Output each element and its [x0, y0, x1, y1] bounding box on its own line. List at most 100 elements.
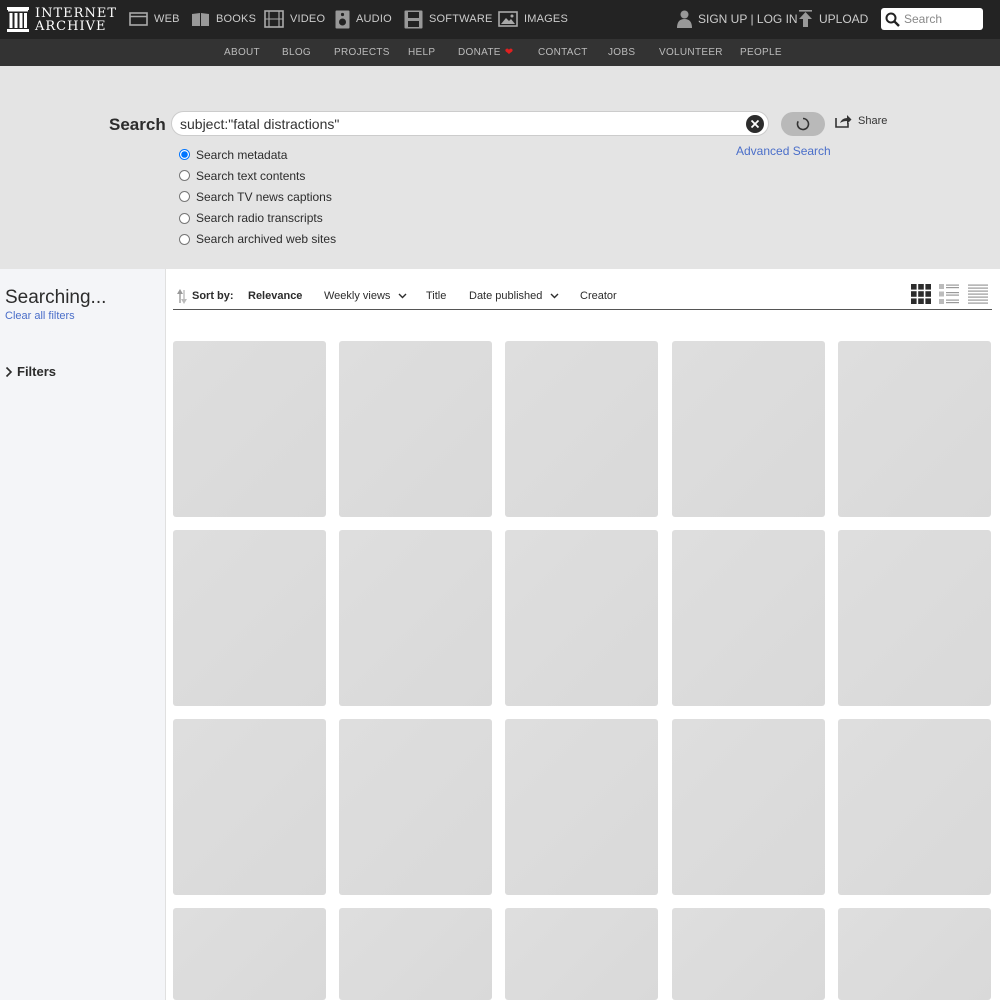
- result-tile-placeholder: [173, 341, 326, 517]
- result-tile-placeholder: [505, 530, 658, 706]
- list-compact-view-icon[interactable]: [968, 284, 988, 304]
- search-option-metadata[interactable]: Search metadata: [178, 144, 336, 165]
- web-icon: [129, 12, 148, 26]
- subnav-about[interactable]: ABOUT: [224, 39, 260, 66]
- result-tile-placeholder: [173, 530, 326, 706]
- search-option-radio[interactable]: Search radio transcripts: [178, 208, 336, 229]
- subnav-contact[interactable]: CONTACT: [538, 39, 588, 66]
- books-icon: [192, 12, 209, 26]
- nav-audio[interactable]: AUDIO: [335, 9, 392, 29]
- share-button[interactable]: Share: [835, 112, 887, 130]
- user-icon: [677, 10, 692, 28]
- result-tile-placeholder: [339, 908, 492, 1000]
- nav-web[interactable]: WEB: [129, 9, 180, 29]
- result-tile-placeholder: [505, 719, 658, 895]
- subnav-people[interactable]: PEOPLE: [740, 39, 782, 66]
- top-navigation-bar: INTERNET ARCHIVE WEB BOOKS VIDEO AUDIO S…: [0, 0, 1000, 39]
- nav-video[interactable]: VIDEO: [264, 9, 325, 29]
- subnav-volunteer[interactable]: VOLUNTEER: [659, 39, 723, 66]
- search-option-tv[interactable]: Search TV news captions: [178, 186, 336, 207]
- filters-label: Filters: [17, 364, 57, 379]
- search-option-text-radio[interactable]: [179, 170, 190, 182]
- search-option-metadata-radio[interactable]: [179, 149, 190, 161]
- top-search-input[interactable]: [904, 12, 978, 26]
- result-tile-placeholder: [838, 908, 991, 1000]
- sort-date-published-label: Date published: [469, 290, 543, 302]
- sort-weekly-views-label: Weekly views: [324, 290, 391, 302]
- chevron-right-icon: [5, 366, 13, 377]
- heart-icon: ❤: [504, 47, 514, 58]
- nav-web-label: WEB: [154, 13, 180, 25]
- chevron-down-icon: [550, 293, 559, 299]
- logo-text-line1: INTERNET: [35, 5, 117, 21]
- close-icon: [750, 119, 760, 129]
- sort-bar: Sort by: Relevance Weekly views Title Da…: [173, 283, 992, 310]
- audio-icon: [335, 10, 350, 28]
- search-submit-button[interactable]: [781, 112, 825, 136]
- search-option-web[interactable]: Search archived web sites: [178, 229, 336, 250]
- result-tile-placeholder: [173, 908, 326, 1000]
- filters-toggle[interactable]: Filters: [5, 364, 56, 379]
- sort-title-label: Title: [426, 290, 447, 302]
- result-tile-placeholder: [505, 341, 658, 517]
- results-status: Searching...: [5, 287, 107, 308]
- search-option-label: Search archived web sites: [196, 232, 337, 247]
- search-option-label: Search radio transcripts: [196, 211, 323, 226]
- tile-view-icon[interactable]: [911, 284, 931, 304]
- sort-direction-icon[interactable]: [176, 288, 188, 305]
- secondary-navigation: ABOUT BLOG PROJECTS HELP DONATE ❤ CONTACT…: [0, 39, 1000, 66]
- sort-weekly-views[interactable]: Weekly views: [324, 290, 407, 302]
- clear-all-filters-link[interactable]: Clear all filters: [5, 310, 75, 322]
- sort-relevance[interactable]: Relevance: [248, 290, 302, 302]
- share-icon: [835, 115, 852, 128]
- search-option-web-radio[interactable]: [179, 233, 190, 245]
- subnav-jobs[interactable]: JOBS: [608, 39, 635, 66]
- signup-login-label: SIGN UP | LOG IN: [698, 12, 798, 26]
- clear-query-button[interactable]: [746, 115, 764, 133]
- upload-label: UPLOAD: [819, 12, 869, 26]
- logo-text-line2: ARCHIVE: [35, 18, 107, 34]
- search-option-radio-radio[interactable]: [179, 212, 190, 224]
- result-tile-placeholder: [505, 908, 658, 1000]
- result-tile-placeholder: [173, 719, 326, 895]
- share-label: Share: [858, 115, 888, 127]
- result-tile-placeholder: [838, 341, 991, 517]
- nav-images[interactable]: IMAGES: [498, 9, 568, 29]
- advanced-search-link[interactable]: Advanced Search: [736, 144, 831, 158]
- nav-video-label: VIDEO: [290, 13, 326, 25]
- sort-title[interactable]: Title: [426, 290, 446, 302]
- list-detail-view-icon[interactable]: [939, 284, 959, 304]
- result-tile-placeholder: [339, 341, 492, 517]
- query-input[interactable]: [180, 115, 740, 133]
- result-tile-placeholder: [339, 530, 492, 706]
- search-heading: Search: [109, 115, 166, 134]
- result-tile-placeholder: [672, 719, 825, 895]
- sort-relevance-label: Relevance: [248, 290, 303, 302]
- top-search-box[interactable]: [881, 8, 983, 30]
- internet-archive-logo[interactable]: INTERNET ARCHIVE: [7, 6, 117, 33]
- subnav-donate[interactable]: DONATE ❤: [458, 39, 513, 66]
- nav-software-label: SOFTWARE: [429, 13, 493, 25]
- nav-images-label: IMAGES: [524, 13, 568, 25]
- facets-sidebar: Searching... Clear all filters Filters: [0, 269, 166, 1000]
- loading-spinner-icon: [796, 117, 810, 131]
- chevron-down-icon: [398, 293, 407, 299]
- nav-books[interactable]: BOOKS: [191, 9, 256, 29]
- search-option-tv-radio[interactable]: [179, 191, 190, 203]
- search-option-text[interactable]: Search text contents: [178, 165, 336, 186]
- subnav-projects[interactable]: PROJECTS: [334, 39, 390, 66]
- result-tile-placeholder: [672, 341, 825, 517]
- signup-login-link[interactable]: SIGN UP | LOG IN: [677, 9, 798, 29]
- sort-creator[interactable]: Creator: [580, 290, 617, 302]
- upload-link[interactable]: UPLOAD: [798, 9, 868, 29]
- images-icon: [498, 11, 518, 27]
- result-tile-placeholder: [672, 530, 825, 706]
- subnav-donate-label: DONATE: [458, 47, 501, 58]
- upload-icon: [799, 10, 812, 27]
- nav-books-label: BOOKS: [216, 13, 257, 25]
- subnav-blog[interactable]: BLOG: [282, 39, 311, 66]
- sort-date-published[interactable]: Date published: [469, 290, 559, 302]
- nav-software[interactable]: SOFTWARE: [404, 9, 493, 29]
- search-type-options: Search metadata Search text contents Sea…: [178, 144, 336, 250]
- subnav-help[interactable]: HELP: [408, 39, 435, 66]
